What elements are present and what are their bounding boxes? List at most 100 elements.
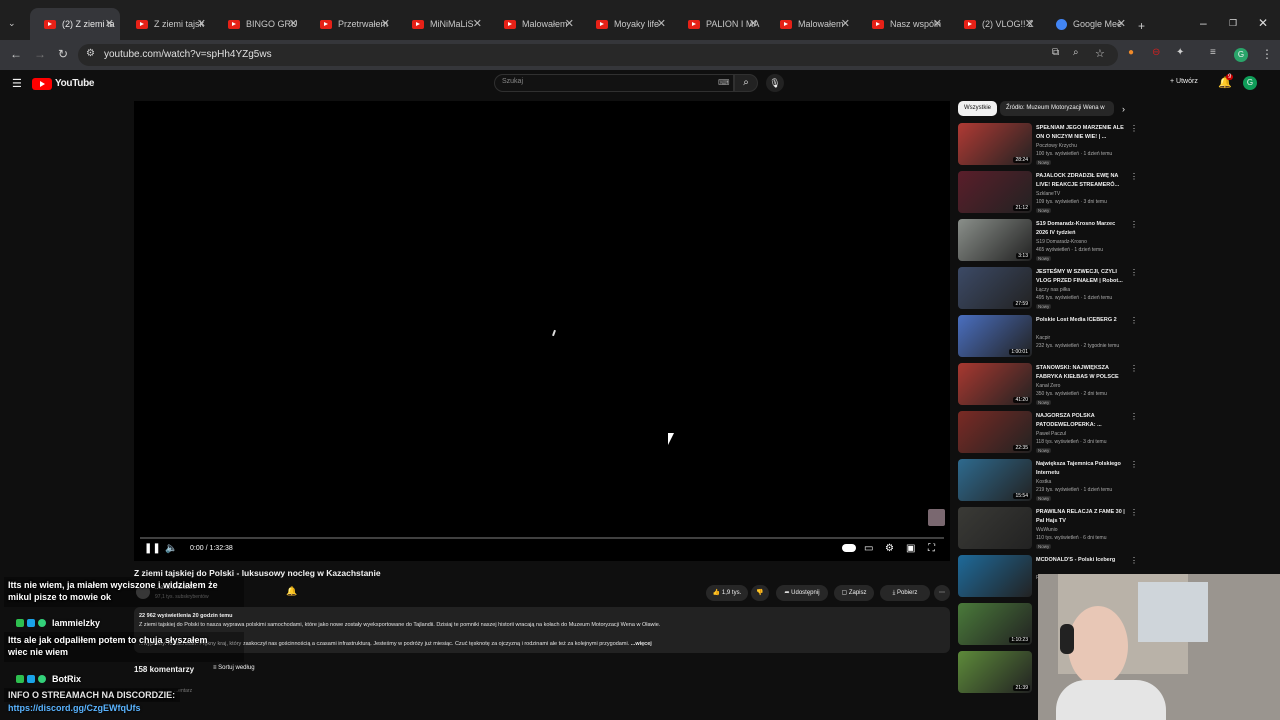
browser-tab[interactable]: PALION I MA ✕: [674, 8, 764, 40]
recommendation-thumbnail[interactable]: 41:20: [958, 363, 1032, 405]
recommendation-thumbnail[interactable]: [958, 555, 1032, 597]
browser-tab[interactable]: Z ziemi tajsk ✕: [122, 8, 212, 40]
more-options-icon[interactable]: ⋮: [1130, 364, 1138, 373]
sort-comments-button[interactable]: ≡ Sortuj według: [213, 665, 255, 671]
site-info-icon[interactable]: ⚙: [86, 48, 95, 59]
settings-gear-icon[interactable]: ⚙: [885, 543, 894, 554]
extensions-puzzle-icon[interactable]: ✦: [1176, 47, 1184, 58]
more-options-icon[interactable]: ⋮: [1130, 316, 1138, 325]
like-button[interactable]: 👍 1,9 tys.: [706, 585, 748, 601]
recommendation-title[interactable]: SPEŁNIAM JEGO MARZENIE ALE ON O NICZYM N…: [1036, 124, 1128, 142]
new-tab-icon[interactable]: +: [1138, 19, 1145, 33]
voice-search-button[interactable]: 🎙: [766, 74, 784, 92]
extension-icon[interactable]: ●: [1128, 47, 1134, 58]
recommendation-title[interactable]: Największa Tajemnica Polskiego Internetu: [1036, 460, 1128, 478]
recommendation-channel[interactable]: Kanał Zero: [1036, 383, 1128, 389]
tab-search-icon[interactable]: ⌄: [8, 18, 16, 29]
description-more-link[interactable]: ...więcej: [631, 641, 652, 647]
progress-bar[interactable]: [140, 537, 944, 539]
recommendation-channel[interactable]: Paweł Paczul: [1036, 431, 1128, 437]
recommendation-channel[interactable]: Kacpir: [1036, 335, 1128, 341]
more-options-icon[interactable]: ⋮: [1130, 460, 1138, 469]
close-tab-icon[interactable]: ✕: [565, 17, 574, 30]
recommendation-channel[interactable]: SzklaneTV: [1036, 191, 1128, 197]
close-tab-icon[interactable]: ✕: [473, 17, 482, 30]
browser-tab[interactable]: (2) Z ziemi ta ✕: [30, 8, 120, 40]
share-button[interactable]: ➦ Udostępnij: [776, 585, 828, 601]
recommendation-thumbnail[interactable]: 21:12: [958, 171, 1032, 213]
restore-icon[interactable]: ❐: [1229, 18, 1237, 29]
recommendation-title[interactable]: S19 Domaradz-Krosno Marzec 2026 IV tydzi…: [1036, 220, 1128, 238]
more-options-icon[interactable]: ⋮: [1130, 124, 1138, 133]
recommendation-title[interactable]: JESTEŚMY W SZWECJI, CZYLI VLOG PRZED FIN…: [1036, 268, 1128, 286]
volume-icon[interactable]: 🔈: [165, 543, 177, 554]
browser-tab[interactable]: Google Mee ✕: [1042, 8, 1132, 40]
close-tab-icon[interactable]: ✕: [841, 17, 850, 30]
keyboard-icon[interactable]: ⌨: [718, 78, 730, 87]
close-tab-icon[interactable]: ✕: [933, 17, 942, 30]
browser-tab[interactable]: Moyaky life ✕: [582, 8, 672, 40]
forward-icon[interactable]: →: [34, 47, 46, 61]
browser-tab[interactable]: Przetrwałem ✕: [306, 8, 396, 40]
close-tab-icon[interactable]: ✕: [381, 17, 390, 30]
url-text[interactable]: youtube.com/watch?v=spHh4YZg5ws: [104, 49, 272, 60]
hamburger-menu-icon[interactable]: ☰: [12, 77, 22, 90]
search-button[interactable]: ⌕: [734, 74, 758, 92]
subscribed-bell-icon[interactable]: 🔔: [286, 586, 297, 597]
recommendation-title[interactable]: PRAWILNA RELACJA Z FAME 30 | Pal Hajs TV: [1036, 508, 1128, 526]
browser-tab[interactable]: Malowałem ✕: [490, 8, 580, 40]
browser-tab[interactable]: MiNiMaLiS ✕: [398, 8, 488, 40]
browser-tab[interactable]: Nasz wspóln ✕: [858, 8, 948, 40]
close-tab-icon[interactable]: ✕: [1025, 17, 1034, 30]
recommendation-title[interactable]: NAJGORSZA POLSKA PATODEWELOPERKA: ...: [1036, 412, 1128, 430]
browser-tab[interactable]: BINGO GRU ✕: [214, 8, 304, 40]
recommendation-title[interactable]: MCDONALD'S - Polski Iceberg: [1036, 556, 1128, 574]
browser-tab[interactable]: (2) VLOG!! Z ✕: [950, 8, 1040, 40]
close-tab-icon[interactable]: ✕: [749, 17, 758, 30]
close-window-icon[interactable]: ✕: [1258, 16, 1268, 30]
discord-link[interactable]: https://discord.gg/CzgEWfqUfs: [8, 703, 141, 713]
video-player[interactable]: [134, 101, 950, 561]
chip-all[interactable]: Wszystkie: [958, 101, 997, 116]
recommendation-thumbnail[interactable]: 22:35: [958, 411, 1032, 453]
dislike-button[interactable]: 👎: [751, 585, 769, 601]
extension-block-icon[interactable]: ⊖: [1152, 47, 1160, 58]
recommendation-thumbnail[interactable]: 27:59: [958, 267, 1032, 309]
autoplay-toggle[interactable]: [842, 544, 856, 552]
browser-menu-icon[interactable]: ⋮: [1261, 47, 1273, 61]
youtube-wordmark[interactable]: YouTube: [55, 78, 95, 89]
recommendation-thumbnail[interactable]: [958, 507, 1032, 549]
channel-watermark[interactable]: [928, 509, 945, 526]
miniplayer-icon[interactable]: ▣: [906, 543, 915, 554]
more-options-icon[interactable]: ⋮: [1130, 172, 1138, 181]
recommendation-thumbnail[interactable]: 28:24: [958, 123, 1032, 165]
recommendation-title[interactable]: Polskie Lost Media ICEBERG 2: [1036, 316, 1128, 334]
pause-icon[interactable]: ❚❚: [144, 543, 161, 554]
more-options-icon[interactable]: ⋮: [1130, 220, 1138, 229]
recommendation-title[interactable]: STANOWSKI: NAJWIĘKSZA FABRYKA KIEŁBAS W …: [1036, 364, 1128, 382]
more-options-icon[interactable]: ⋮: [1130, 412, 1138, 421]
recommendation-thumbnail[interactable]: 1:10:23: [958, 603, 1032, 645]
more-actions-button[interactable]: ⋯: [934, 585, 950, 601]
save-button[interactable]: ▢ Zapisz: [834, 585, 874, 601]
recommendation-thumbnail[interactable]: 1:00:01: [958, 315, 1032, 357]
close-tab-icon[interactable]: ✕: [657, 17, 666, 30]
recommendation-thumbnail[interactable]: 15:54: [958, 459, 1032, 501]
close-tab-icon[interactable]: ✕: [105, 17, 114, 30]
youtube-logo-icon[interactable]: [32, 78, 52, 90]
recommendation-channel[interactable]: Łączy nas piłka: [1036, 287, 1128, 293]
recommendation-channel[interactable]: Kostka: [1036, 479, 1128, 485]
minimize-icon[interactable]: –: [1200, 16, 1207, 30]
recommendation-channel[interactable]: S19 Domaradz-Krosno: [1036, 239, 1128, 245]
chip-source[interactable]: Źródło: Muzeum Motoryzacji Wena w: [1000, 101, 1114, 116]
recommendation-thumbnail[interactable]: 21:39: [958, 651, 1032, 693]
recommendation-channel[interactable]: Pocztowy Krzychu: [1036, 143, 1128, 149]
more-options-icon[interactable]: ⋮: [1130, 508, 1138, 517]
back-icon[interactable]: ←: [10, 47, 22, 61]
bookmark-star-icon[interactable]: ☆: [1095, 47, 1105, 60]
reload-icon[interactable]: ↻: [58, 47, 68, 61]
recommendation-thumbnail[interactable]: 3:13: [958, 219, 1032, 261]
more-options-icon[interactable]: ⋮: [1130, 556, 1138, 565]
download-button[interactable]: ⤓ Pobierz: [880, 585, 930, 601]
create-button[interactable]: + Utwórz: [1170, 78, 1198, 85]
